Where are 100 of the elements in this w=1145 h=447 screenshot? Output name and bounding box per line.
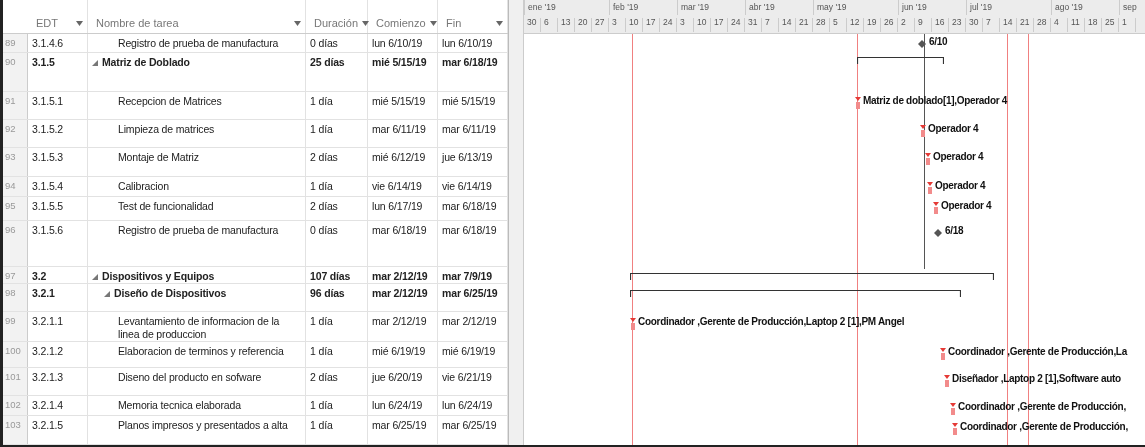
week-label: 24 [731, 17, 741, 27]
summary-bar[interactable] [630, 273, 994, 280]
week-label: 5 [833, 17, 838, 27]
week-label: 17 [714, 17, 724, 27]
milestone-diamond-icon[interactable] [918, 40, 926, 48]
collapse-triangle-icon[interactable] [104, 290, 110, 297]
start-cell: mar 2/12/19 [368, 311, 438, 341]
week-label: 28 [816, 17, 826, 27]
week-label: 3 [680, 17, 685, 27]
row-number: 101 [3, 368, 28, 396]
milestone-diamond-icon[interactable] [934, 229, 942, 237]
row-number: 98 [3, 283, 28, 311]
dropdown-caret-icon[interactable] [429, 20, 437, 26]
task-name: Diseño de Dispositivos [114, 286, 227, 300]
wbs-cell: 3.1.5.2 [28, 120, 88, 147]
week-label: 2 [901, 17, 906, 27]
task-name: Matriz de Doblado [102, 55, 190, 69]
task-name: Calibracion [118, 179, 169, 193]
week-label: 30 [527, 17, 537, 27]
week-label: 14 [782, 17, 792, 27]
resource-label: Operador 4 [933, 151, 984, 162]
task-name: Test de funcionalidad [118, 199, 214, 213]
duration-cell: 1 día [306, 416, 368, 444]
week-label: 16 [935, 17, 945, 27]
start-cell: mié 6/12/19 [368, 147, 438, 176]
column-header[interactable]: Comienzo [368, 0, 438, 33]
resource-label: Coordinador ,Gerente de Producción, [958, 401, 1126, 412]
milestone-date: 6/10 [929, 36, 948, 47]
dropdown-caret-icon[interactable] [496, 20, 503, 26]
column-header[interactable]: Fin [438, 0, 508, 33]
start-cell: mar 6/25/19 [368, 416, 438, 444]
week-label: 28 [1037, 17, 1047, 27]
task-bar[interactable] [950, 403, 956, 415]
finish-cell: jue 6/13/19 [438, 147, 508, 176]
wbs-cell: 3.2.1.4 [28, 396, 88, 416]
wbs-cell: 3.1.5.4 [28, 176, 88, 196]
resource-label: Diseñador ,Laptop 2 [1],Software auto [952, 373, 1121, 384]
duration-cell: 107 días [306, 266, 368, 283]
collapse-triangle-icon[interactable] [92, 273, 98, 280]
month-label: feb '19 [613, 2, 639, 12]
wbs-cell: 3.2.1.1 [28, 311, 88, 341]
task-name: Diseno del producto en sofware [118, 371, 262, 385]
resource-label: Coordinador ,Gerente de Producción, [960, 421, 1128, 432]
dropdown-caret-icon[interactable] [76, 20, 83, 26]
task-bar[interactable] [940, 348, 946, 360]
summary-bar[interactable] [630, 290, 961, 297]
week-label: 10 [697, 17, 707, 27]
duration-cell: 1 día [306, 120, 368, 147]
milestone-date: 6/18 [945, 225, 964, 236]
week-label: 25 [1105, 17, 1115, 27]
start-cell: mar 2/12/19 [368, 266, 438, 283]
task-name: Elaboracion de terminos y referencia [118, 344, 284, 358]
week-label: 10 [629, 17, 639, 27]
week-label: 17 [646, 17, 656, 27]
dropdown-caret-icon[interactable] [294, 20, 301, 26]
week-label: 12 [850, 17, 860, 27]
column-header[interactable]: EDT [28, 0, 88, 33]
wbs-cell: 3.1.4.6 [28, 33, 88, 52]
wbs-cell: 3.2.1.2 [28, 341, 88, 368]
task-bar[interactable] [933, 202, 939, 214]
week-label: 24 [663, 17, 673, 27]
start-cell: vie 6/14/19 [368, 176, 438, 196]
task-bar[interactable] [630, 318, 636, 330]
month-label: abr '19 [749, 2, 775, 12]
start-cell: jue 6/20/19 [368, 368, 438, 396]
finish-cell: lun 6/10/19 [438, 33, 508, 52]
summary-bar[interactable] [857, 57, 944, 64]
resource-label: Coordinador ,Gerente de Producción,Laptop 2 [1],PM Angel [638, 316, 905, 327]
column-header[interactable]: Duración [306, 0, 368, 33]
month-label: may '19 [817, 2, 847, 12]
task-bar[interactable] [855, 97, 861, 109]
task-name: Planos impresos y presentados a alta [118, 419, 288, 433]
task-bar[interactable] [925, 153, 931, 165]
start-cell: mié 6/19/19 [368, 341, 438, 368]
duration-cell: 0 días [306, 33, 368, 52]
month-label: ene '19 [528, 2, 556, 12]
task-bar[interactable] [944, 375, 950, 387]
week-label: 18 [1088, 17, 1098, 27]
duration-cell: 2 días [306, 368, 368, 396]
finish-cell: mar 6/18/19 [438, 221, 508, 266]
column-header[interactable]: Nombre de tarea [88, 0, 306, 33]
month-label: sep [1123, 2, 1137, 12]
duration-cell: 25 días [306, 52, 368, 92]
dropdown-caret-icon[interactable] [362, 20, 370, 26]
month-label: jul '19 [970, 2, 992, 12]
row-number: 93 [3, 147, 28, 176]
finish-cell: mar 2/12/19 [438, 311, 508, 341]
resource-label: Operador 4 [935, 180, 986, 191]
start-cell: lun 6/24/19 [368, 396, 438, 416]
week-label: 3 [612, 17, 617, 27]
week-label: 30 [969, 17, 979, 27]
start-cell: mié 5/15/19 [368, 92, 438, 120]
task-bar[interactable] [920, 125, 926, 137]
week-label: 31 [748, 17, 758, 27]
finish-cell: lun 6/24/19 [438, 396, 508, 416]
task-bar[interactable] [952, 423, 958, 435]
week-label: 7 [986, 17, 991, 27]
task-name: Montaje de Matriz [118, 150, 199, 164]
collapse-triangle-icon[interactable] [92, 59, 98, 66]
task-bar[interactable] [927, 182, 933, 194]
